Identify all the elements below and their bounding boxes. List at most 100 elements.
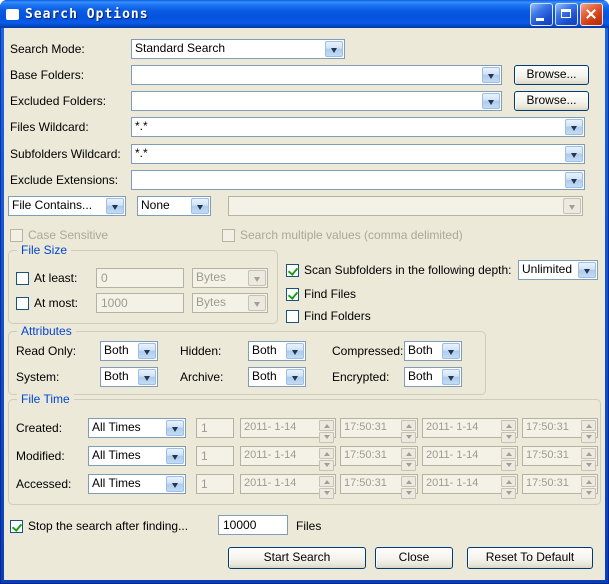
chevron-down-icon[interactable] [138,369,156,385]
spin-down-icon [319,460,334,471]
search-mode-value: Standard Search [132,40,324,58]
system-select[interactable]: Both [100,367,158,387]
checkbox-box[interactable] [286,310,299,323]
checkbox-box[interactable] [16,297,29,310]
start-search-button[interactable]: Start Search [228,547,366,569]
checkbox-label: Search multiple values (comma delimited) [240,228,463,242]
accessed-mode-value: All Times [89,475,165,493]
encrypted-select[interactable]: Both [404,367,462,387]
contains-type-select[interactable]: None [137,196,211,216]
chevron-down-icon[interactable] [138,343,156,359]
chevron-down-icon[interactable] [565,119,583,135]
system-value: Both [101,368,137,386]
file-contains-select[interactable]: File Contains... [8,196,126,216]
titlebar-close-button[interactable] [580,3,603,26]
minimize-button[interactable] [530,3,553,26]
spin-down-icon [401,432,416,443]
titlebar[interactable]: Search Options [0,0,609,28]
dialog-body: Search Mode: Standard Search Base Folder… [4,28,605,580]
chevron-down-icon[interactable] [325,41,343,57]
archive-value: Both [249,368,285,386]
checkbox-label: Find Folders [304,309,371,323]
excluded-folders-value [132,92,481,110]
checkbox-box[interactable] [10,520,23,533]
chevron-down-icon[interactable] [166,420,184,436]
modified-from-date: 2011- 1-14 [240,446,336,466]
checkbox-label: Stop the search after finding... [28,519,188,533]
multiple-values-checkbox: Search multiple values (comma delimited) [222,228,463,242]
close-button[interactable]: Close [375,547,453,569]
chevron-down-icon[interactable] [565,172,583,188]
at-most-input: 1000 [96,293,184,313]
spin-up-icon [501,476,516,487]
chevron-down-icon[interactable] [482,93,500,109]
chevron-down-icon[interactable] [578,262,596,278]
subfolders-wildcard-combo[interactable]: *.* [131,144,585,164]
archive-select[interactable]: Both [248,367,306,387]
base-folders-browse-button[interactable]: Browse... [514,65,589,85]
base-folders-combo[interactable] [131,65,502,85]
excluded-folders-combo[interactable] [131,91,502,111]
checkbox-box[interactable] [286,264,299,277]
chevron-down-icon[interactable] [565,146,583,162]
maximize-button[interactable] [555,3,578,26]
chevron-down-icon[interactable] [191,198,209,214]
read-only-value: Both [101,342,137,360]
files-wildcard-value: *.* [132,118,564,136]
find-files-checkbox[interactable]: Find Files [286,287,356,301]
search-mode-select[interactable]: Standard Search [131,39,345,59]
spin-down-icon [501,488,516,499]
file-contains-value: File Contains... [9,197,105,215]
chevron-down-icon[interactable] [166,476,184,492]
chevron-down-icon[interactable] [482,67,500,83]
excluded-folders-label: Excluded Folders: [10,94,106,108]
depth-select[interactable]: Unlimited [518,260,598,280]
attributes-legend: Attributes [17,324,76,339]
file-time-legend: File Time [17,392,74,407]
stop-search-checkbox[interactable]: Stop the search after finding... [10,519,188,533]
files-wildcard-label: Files Wildcard: [10,120,89,134]
stop-count-input[interactable] [218,515,288,535]
search-mode-label: Search Mode: [10,42,85,56]
modified-mode-select[interactable]: All Times [88,446,186,466]
spin-up-icon [401,476,416,487]
reset-to-default-button[interactable]: Reset To Default [467,547,593,569]
chevron-down-icon[interactable] [166,448,184,464]
app-icon [6,9,19,20]
exclude-extensions-combo[interactable] [131,170,585,190]
compressed-select[interactable]: Both [404,341,462,361]
files-wildcard-combo[interactable]: *.* [131,117,585,137]
find-folders-checkbox[interactable]: Find Folders [286,309,371,323]
contains-value-text [229,197,562,215]
chevron-down-icon[interactable] [442,369,460,385]
compressed-label: Compressed: [332,344,403,358]
modified-label: Modified: [16,449,65,463]
at-most-unit-value: Bytes [193,294,247,312]
modified-to-time: 17:50:31 [522,446,598,466]
read-only-select[interactable]: Both [100,341,158,361]
at-most-checkbox[interactable]: At most: [16,296,78,310]
chevron-down-icon[interactable] [442,343,460,359]
spin-down-icon [581,460,596,471]
hidden-select[interactable]: Both [248,341,306,361]
contains-type-value: None [138,197,190,215]
at-most-unit-select: Bytes [192,293,268,313]
spin-down-icon [581,488,596,499]
chevron-down-icon[interactable] [286,369,304,385]
chevron-down-icon [248,270,266,286]
created-mode-select[interactable]: All Times [88,418,186,438]
checkbox-box[interactable] [16,272,29,285]
contains-value-combo [228,196,583,216]
window-title: Search Options [25,7,524,22]
at-least-checkbox[interactable]: At least: [16,271,77,285]
accessed-mode-select[interactable]: All Times [88,474,186,494]
exclude-extensions-label: Exclude Extensions: [10,173,118,187]
spin-up-icon [319,476,334,487]
excluded-folders-browse-button[interactable]: Browse... [514,91,589,111]
chevron-down-icon[interactable] [106,198,124,214]
subfolders-wildcard-label: Subfolders Wildcard: [10,147,121,161]
scan-subfolders-checkbox[interactable]: Scan Subfolders in the following depth: [286,263,511,277]
checkbox-box[interactable] [286,288,299,301]
case-sensitive-checkbox: Case Sensitive [10,228,108,242]
chevron-down-icon[interactable] [286,343,304,359]
